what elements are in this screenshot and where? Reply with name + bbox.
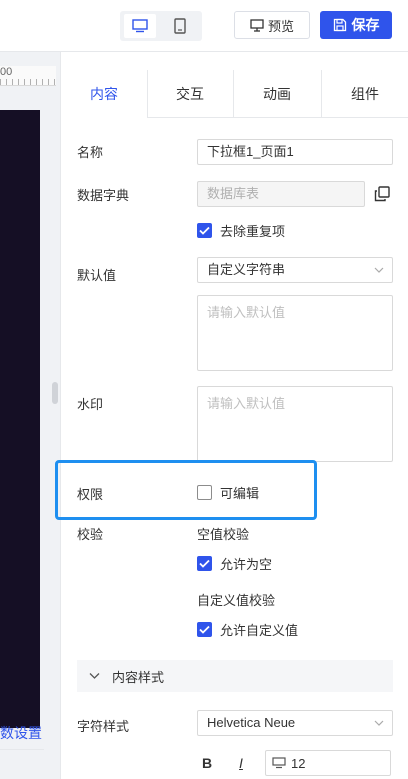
dict-label: 数据字典	[77, 188, 130, 203]
check-icon	[199, 559, 210, 568]
tab-component[interactable]: 组件	[321, 70, 408, 118]
default-label: 默认值	[77, 268, 117, 283]
bold-button[interactable]: B	[197, 755, 217, 771]
save-icon	[333, 18, 346, 32]
font-size-input[interactable]: 12	[265, 750, 391, 776]
horizontal-ruler: 00	[0, 66, 56, 86]
copy-icon[interactable]	[373, 185, 391, 203]
check-icon	[199, 226, 210, 235]
desktop-view-button[interactable]	[124, 14, 156, 38]
checkbox-checked	[197, 622, 212, 637]
editable-checkbox[interactable]: 可编辑	[197, 483, 259, 502]
allow-custom-label: 允许自定义值	[220, 623, 299, 638]
allow-empty-label: 允许为空	[220, 557, 273, 572]
char-style-label: 字符样式	[77, 719, 130, 734]
tablet-view-button[interactable]	[164, 14, 196, 38]
default-textarea[interactable]: 请输入默认值	[197, 295, 393, 371]
name-input[interactable]: 下拉框1_页面1	[197, 139, 393, 165]
property-panel: 内容 交互 动画 组件 名称 下拉框1_页面1 数据字典 数据库表 去除重复项 …	[55, 52, 408, 779]
dedupe-checkbox[interactable]: 去除重复项	[197, 221, 285, 240]
tab-content[interactable]: 内容	[61, 70, 147, 118]
device-switcher	[120, 11, 202, 41]
preview-label: 预览	[267, 18, 294, 34]
italic-button[interactable]: I	[231, 755, 251, 771]
font-size-value: 12	[291, 755, 306, 771]
canvas-area: 00 数设置	[0, 52, 60, 779]
name-label: 名称	[77, 145, 104, 160]
content-style-label: 内容样式	[112, 669, 165, 685]
dict-input[interactable]: 数据库表	[197, 181, 365, 207]
ruler-ticks	[0, 79, 56, 85]
chevron-down-icon	[89, 673, 100, 679]
save-button[interactable]: 保存	[320, 11, 392, 39]
panel-tabs: 内容 交互 动画 组件	[61, 70, 408, 118]
default-select[interactable]: 自定义字符串	[197, 257, 393, 283]
checkbox-unchecked	[197, 485, 212, 500]
panel-resize-handle[interactable]	[52, 382, 58, 404]
validate-label: 校验	[77, 527, 104, 542]
ruler-number: 00	[0, 66, 13, 78]
preview-button[interactable]: 预览	[234, 11, 310, 39]
allow-custom-checkbox[interactable]: 允许自定义值	[197, 620, 298, 639]
custom-check-label: 自定义值校验	[197, 593, 276, 608]
preview-icon	[250, 18, 264, 32]
tab-animation[interactable]: 动画	[233, 70, 321, 118]
editable-label: 可编辑	[220, 486, 260, 501]
empty-check-label: 空值校验	[197, 527, 250, 542]
monitor-icon	[272, 757, 286, 769]
top-toolbar: 预览 保存	[0, 0, 408, 52]
font-family-select[interactable]: Helvetica Neue	[197, 710, 393, 736]
design-canvas[interactable]	[0, 110, 40, 728]
permission-label: 权限	[77, 487, 104, 502]
checkbox-checked	[197, 223, 212, 238]
text-format-row: B I 12	[197, 750, 391, 776]
desktop-icon	[132, 19, 148, 33]
chevron-down-icon	[374, 267, 384, 273]
allow-empty-checkbox[interactable]: 允许为空	[197, 554, 272, 573]
default-select-value: 自定义字符串	[207, 262, 286, 277]
check-icon	[199, 625, 210, 634]
font-family-value: Helvetica Neue	[207, 715, 296, 730]
dedupe-label: 去除重复项	[220, 224, 286, 239]
param-setting-tab[interactable]: 数设置	[0, 716, 44, 750]
content-style-section[interactable]: 内容样式	[77, 660, 393, 692]
checkbox-checked	[197, 556, 212, 571]
watermark-textarea[interactable]: 请输入默认值	[197, 386, 393, 462]
tablet-icon	[174, 18, 186, 34]
save-label: 保存	[351, 17, 380, 33]
tab-interaction[interactable]: 交互	[147, 70, 233, 118]
chevron-down-icon	[374, 720, 384, 726]
watermark-label: 水印	[77, 397, 104, 412]
